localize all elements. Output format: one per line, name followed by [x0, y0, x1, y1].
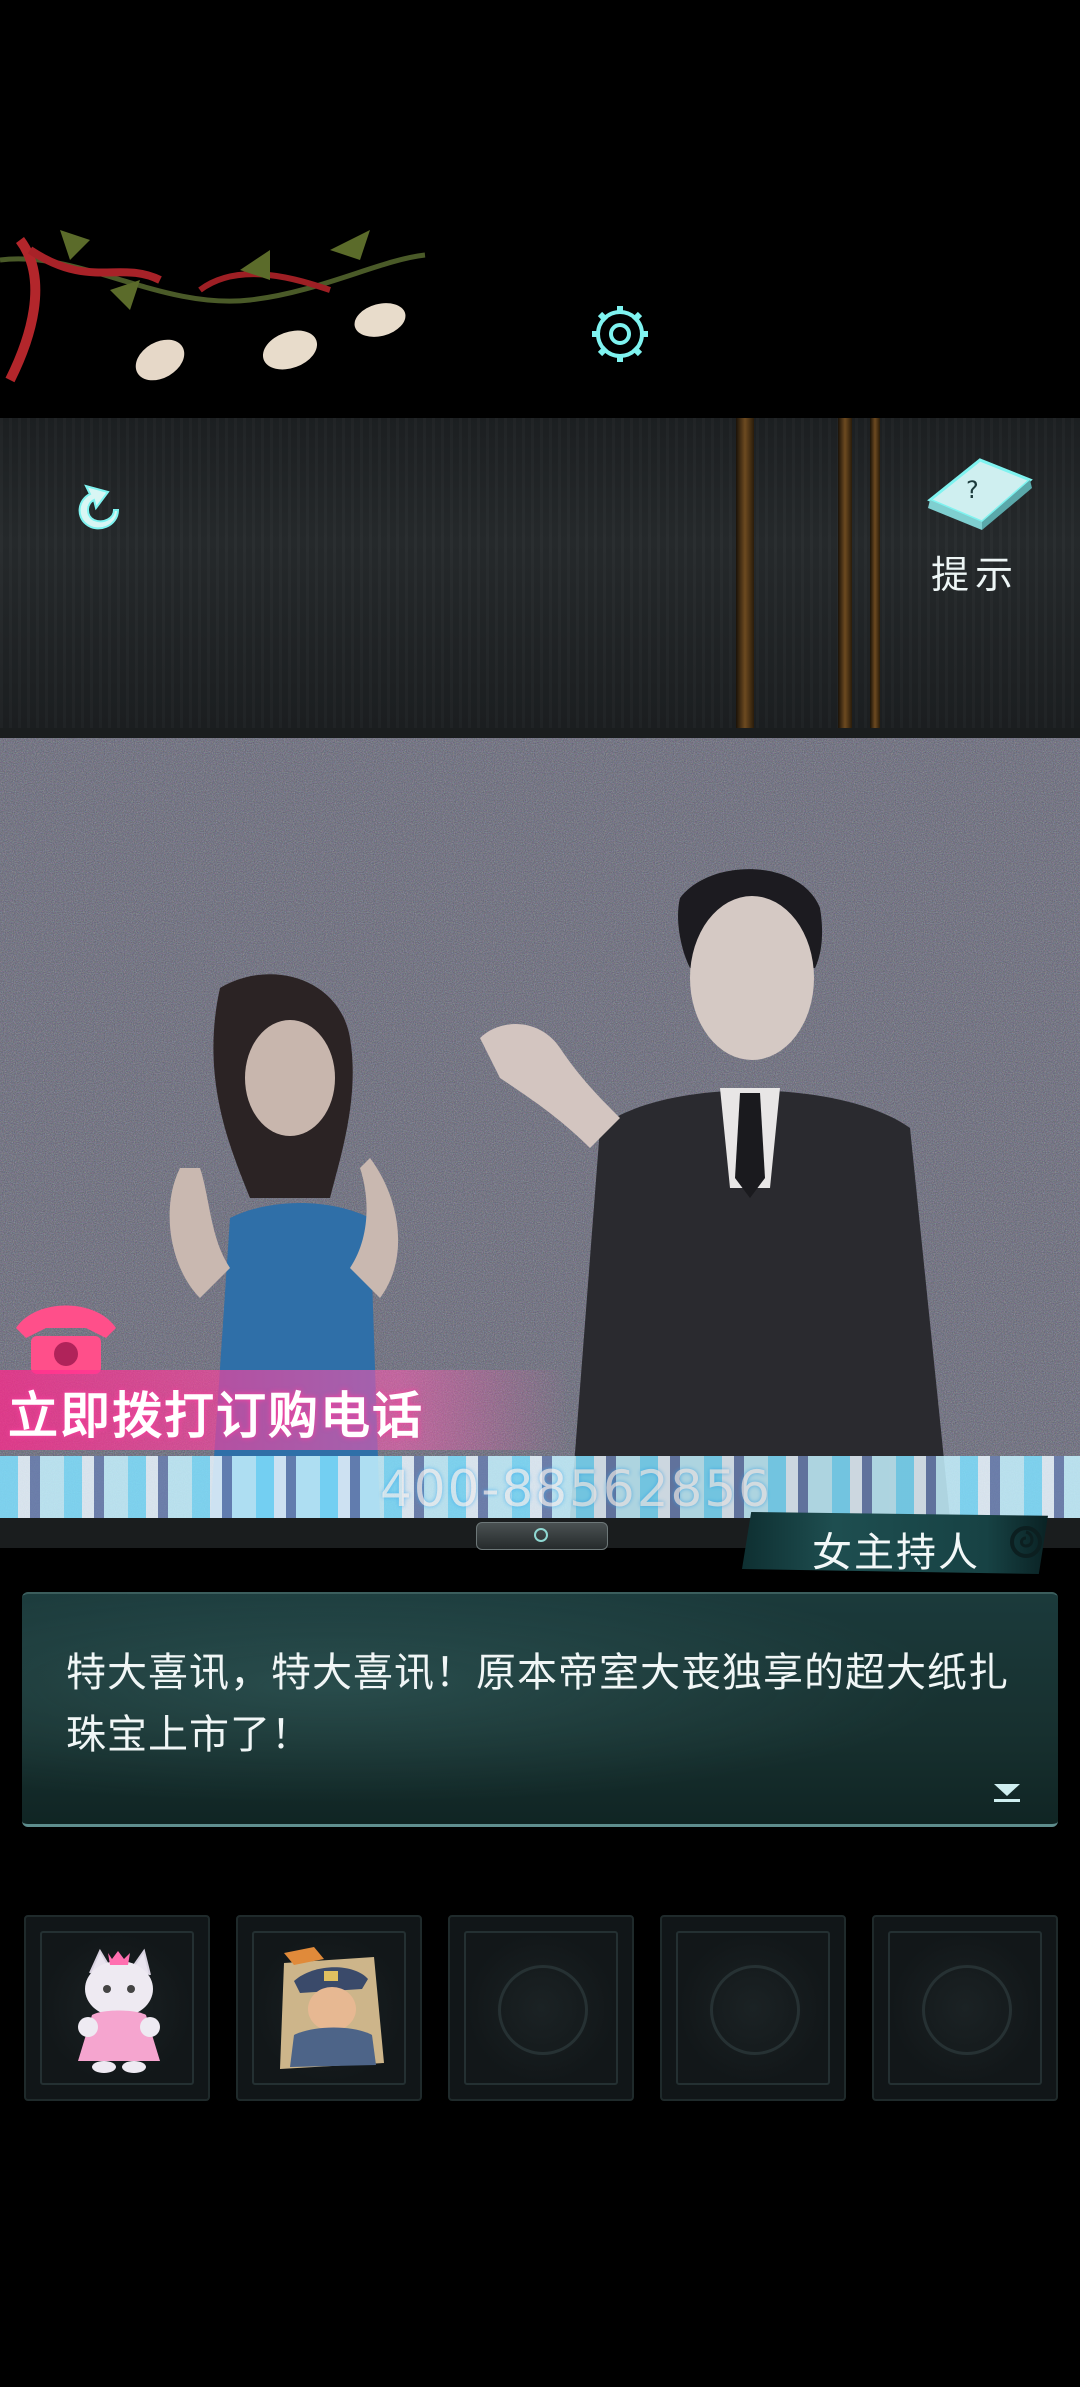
tv-knob — [476, 1522, 608, 1550]
swirl-emblem-icon — [1010, 1526, 1042, 1558]
order-call-text: 立即拨打订购电话 — [8, 1387, 424, 1445]
empty-slot-emblem-icon — [498, 1965, 588, 2055]
slot-frame — [464, 1931, 618, 2085]
floral-branch-decoration — [0, 230, 426, 383]
slot-frame — [888, 1931, 1042, 2085]
back-arrow-icon[interactable] — [62, 470, 134, 542]
inventory-slot-1[interactable] — [24, 1915, 210, 2101]
inventory-slot-5[interactable] — [872, 1915, 1058, 2101]
wooden-pillar — [736, 418, 754, 728]
slot-frame — [676, 1931, 830, 2085]
svg-text:?: ? — [966, 476, 979, 504]
wooden-pillar — [870, 418, 880, 728]
settings-gear-icon[interactable] — [588, 302, 652, 366]
continue-arrow-icon[interactable] — [992, 1782, 1022, 1804]
wooden-pillar — [838, 418, 852, 728]
inventory-bar — [0, 1905, 1080, 2105]
tv-power-indicator-icon — [534, 1528, 548, 1542]
hint-book-icon: ? — [927, 458, 1033, 530]
hint-label: 提示 — [930, 553, 1019, 597]
phone-number: 400-88562856 — [380, 1460, 772, 1518]
empty-slot-emblem-icon — [922, 1965, 1012, 2055]
empty-slot-emblem-icon — [710, 1965, 800, 2055]
policeman-paper-cutout-icon — [280, 1947, 384, 2069]
phone-number-strip: 400-88562856 — [0, 1456, 1080, 1518]
speaker-name: 女主持人 — [812, 1530, 980, 1576]
speaker-name-plate: 女主持人 — [742, 1512, 1048, 1574]
order-call-banner: 立即拨打订购电话 — [0, 1370, 570, 1450]
dialogue-text: 特大喜讯，特大喜讯！原本帝室大丧独享的超大纸扎珠宝上市了！ — [66, 1650, 1009, 1758]
pink-kitten-plush-icon — [78, 1948, 160, 2073]
slot-frame — [252, 1931, 406, 2085]
inventory-slot-2[interactable] — [236, 1915, 422, 2101]
dialogue-box[interactable]: 特大喜讯，特大喜讯！原本帝室大丧独享的超大纸扎珠宝上市了！ — [22, 1592, 1058, 1827]
red-telephone-icon — [16, 1305, 116, 1374]
inventory-slot-3[interactable] — [448, 1915, 634, 2101]
hint-button[interactable]: ? 提示 — [910, 440, 1040, 600]
slot-frame — [40, 1931, 194, 2085]
tv-screen: 立即拨打订购电话 400-88562856 — [0, 738, 1080, 1518]
inventory-slot-4[interactable] — [660, 1915, 846, 2101]
